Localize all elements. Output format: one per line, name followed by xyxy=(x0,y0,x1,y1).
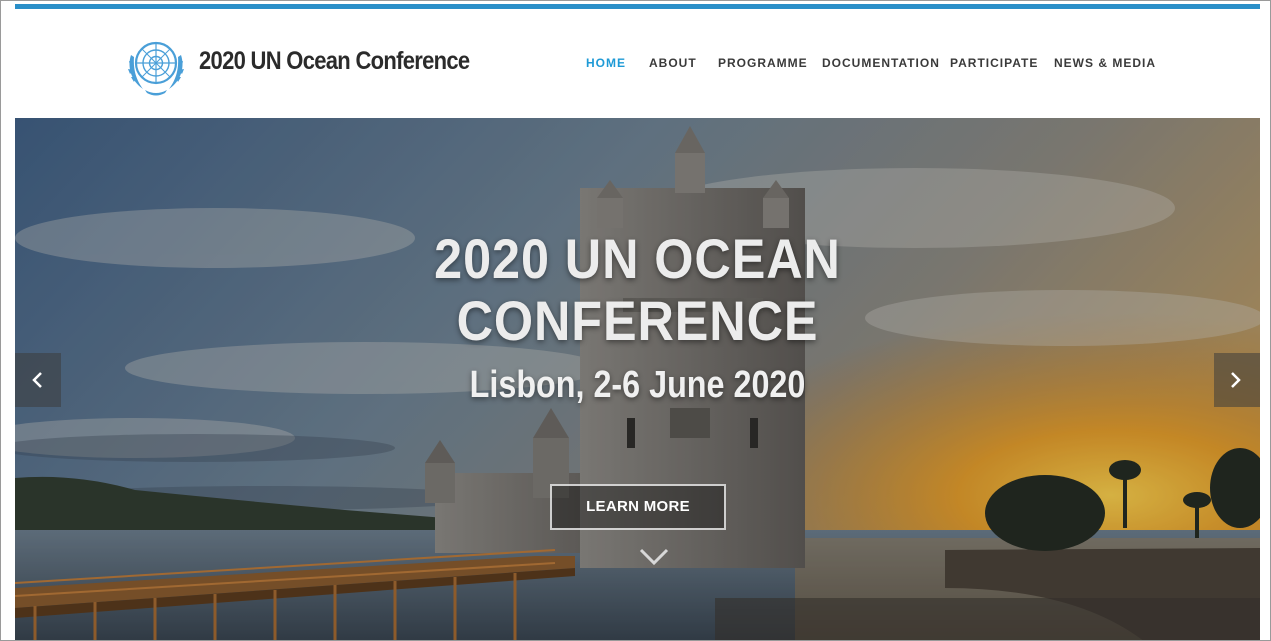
hero-title-line2: CONFERENCE xyxy=(456,289,819,352)
nav-item-home[interactable]: HOME xyxy=(586,56,626,70)
browser-frame: 2020 UN Ocean Conference HOME ABOUT PROG… xyxy=(0,0,1271,641)
chevron-down-icon[interactable] xyxy=(639,548,669,566)
chevron-right-icon xyxy=(1231,372,1241,388)
chevron-left-icon xyxy=(32,372,42,388)
hero-subtitle: Lisbon, 2-6 June 2020 xyxy=(469,364,806,406)
nav-item-documentation[interactable]: DOCUMENTATION xyxy=(822,56,940,70)
nav-item-programme[interactable]: PROGRAMME xyxy=(718,56,808,70)
nav-item-participate[interactable]: PARTICIPATE xyxy=(950,56,1038,70)
nav-item-about[interactable]: ABOUT xyxy=(649,56,697,70)
learn-more-button[interactable]: LEARN MORE xyxy=(550,484,726,530)
site-header: 2020 UN Ocean Conference HOME ABOUT PROG… xyxy=(15,9,1260,118)
un-emblem-icon[interactable] xyxy=(123,33,189,99)
hero-carousel: 2020 UN OCEAN CONFERENCE Lisbon, 2-6 Jun… xyxy=(15,118,1260,640)
nav-item-news-media[interactable]: NEWS & MEDIA xyxy=(1054,56,1156,70)
site-title[interactable]: 2020 UN Ocean Conference xyxy=(199,47,470,76)
carousel-prev-button[interactable] xyxy=(15,353,61,407)
hero-title-line1: 2020 UN OCEAN xyxy=(434,227,841,290)
carousel-next-button[interactable] xyxy=(1214,353,1260,407)
